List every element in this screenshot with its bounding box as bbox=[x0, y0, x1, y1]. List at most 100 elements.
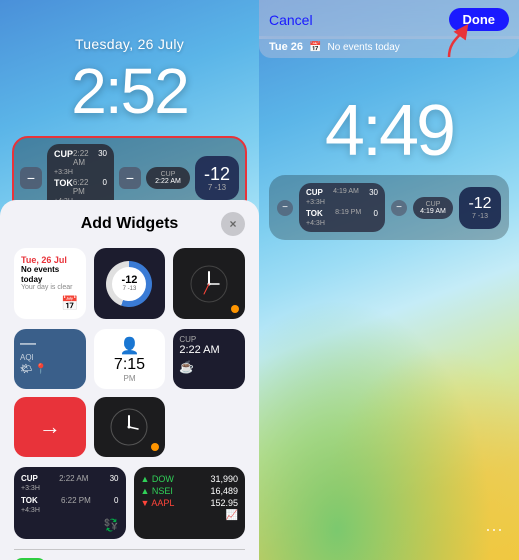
r-cup-val: 30 bbox=[369, 188, 378, 197]
calendar-icon: 📅 bbox=[61, 295, 78, 312]
person-icon: 👤 bbox=[120, 336, 140, 356]
arrow-widget[interactable]: → bbox=[14, 397, 86, 457]
cup-small-widget: CUP 2:22 AM bbox=[146, 167, 190, 189]
tok-val: 0 bbox=[103, 178, 107, 196]
curr-tok-label: TOK bbox=[21, 496, 38, 505]
temp-sub: 7 -13 bbox=[208, 183, 226, 192]
arrow-icon: → bbox=[39, 414, 61, 440]
clock-widget[interactable] bbox=[173, 248, 245, 319]
temp-circle-val: -12 bbox=[122, 275, 138, 286]
arrow-annotation bbox=[429, 22, 469, 67]
r-cup-label: CUP bbox=[306, 188, 323, 197]
stocks-icon: 📈 bbox=[226, 510, 238, 521]
cup2-icons: ☕ bbox=[179, 360, 239, 374]
right-minus-left[interactable]: − bbox=[277, 200, 293, 216]
r-temp-sub: 7 -13 bbox=[472, 213, 488, 220]
panel-header: Add Widgets × bbox=[14, 212, 245, 236]
app-list: 🔋 Batteries 📅 Calendar bbox=[14, 549, 245, 560]
stock-row-2: ▲ NSEI 16,489 bbox=[141, 486, 239, 496]
calendar-widget[interactable]: Tue, 26 Jul No events today Your day is … bbox=[14, 248, 86, 319]
stocks-icon-row: 📈 bbox=[141, 510, 239, 521]
app-item-batteries[interactable]: 🔋 Batteries bbox=[14, 549, 245, 560]
minus-badge-mid[interactable]: − bbox=[119, 167, 141, 189]
notif-cal-icon: 📅 bbox=[309, 42, 321, 53]
panel-title: Add Widgets bbox=[38, 215, 221, 233]
close-button[interactable]: × bbox=[221, 212, 245, 236]
tok-time: 6:22 PM bbox=[73, 178, 103, 196]
temp-circle: -12 7 -13 bbox=[106, 261, 152, 307]
clock2-widget[interactable] bbox=[94, 397, 166, 457]
background-blob bbox=[259, 260, 519, 560]
aqi-icon2: 📍 bbox=[35, 364, 47, 375]
minus-badge-left[interactable]: − bbox=[20, 167, 42, 189]
temp-circle-widget[interactable]: -12 7 -13 bbox=[94, 248, 166, 319]
r-tok-val: 0 bbox=[374, 209, 378, 218]
stock-row-1: ▲ DOW 31,990 bbox=[141, 474, 239, 484]
r-tok-val2: +4:3H bbox=[306, 220, 378, 227]
three-dots-button[interactable]: ··· bbox=[485, 519, 503, 540]
aqi-widget[interactable]: — AQI 🌤 📍 bbox=[14, 329, 86, 389]
r-tok-label: TOK bbox=[306, 209, 323, 218]
widgets-grid-row2: — AQI 🌤 📍 👤 7:15 PM CUP 2:22 AM bbox=[14, 329, 245, 457]
cup-time: 2:22 AM bbox=[73, 149, 98, 167]
left-time: 2:52 bbox=[0, 56, 259, 126]
curr-cup-val: 30 bbox=[110, 474, 119, 483]
curr-tok-time: 6:22 PM bbox=[61, 496, 91, 505]
aqi-icons: 🌤 📍 bbox=[20, 364, 80, 375]
curr-tok-val: 0 bbox=[114, 496, 118, 505]
add-widgets-panel: Add Widgets × Tue, 26 Jul No events toda… bbox=[0, 200, 259, 560]
stock3-symbol: ▼ AAPL bbox=[141, 498, 175, 508]
tok-label: TOK bbox=[54, 178, 73, 196]
currency-icon-row: 💱 bbox=[21, 518, 119, 532]
orange-dot2 bbox=[151, 443, 159, 451]
time-big: 7:15 bbox=[114, 356, 145, 374]
cal-event: No events today bbox=[21, 265, 79, 284]
cal-date: Tue, 26 Jul bbox=[21, 255, 79, 265]
stock1-symbol: ▲ DOW bbox=[141, 474, 174, 484]
stock-row-3: ▼ AAPL 152.95 bbox=[141, 498, 239, 508]
aqi-val: — bbox=[20, 335, 80, 353]
r-cup-time: 4:19 AM bbox=[333, 188, 359, 197]
currency-icon: 💱 bbox=[104, 518, 119, 532]
curr-cup-label: CUP bbox=[21, 474, 38, 483]
orange-indicator bbox=[231, 305, 239, 313]
clock-face bbox=[189, 264, 229, 304]
stocks-card[interactable]: ▲ DOW 31,990 ▲ NSEI 16,489 ▼ AAPL 152.95… bbox=[134, 467, 246, 539]
right-minus-mid[interactable]: − bbox=[391, 200, 407, 216]
right-temp-widget: -12 7 -13 bbox=[459, 187, 501, 229]
widgets-grid-row3: CUP 2:22 AM 30 +3:3H TOK 6:22 PM 0 +4:3H… bbox=[14, 467, 245, 539]
currency-card[interactable]: CUP 2:22 AM 30 +3:3H TOK 6:22 PM 0 +4:3H… bbox=[14, 467, 126, 539]
notif-date: Tue 26 bbox=[269, 41, 303, 53]
stock2-val: 16,489 bbox=[210, 486, 238, 496]
r-cup-sm-label: CUP bbox=[418, 201, 448, 208]
aqi-label: AQI bbox=[20, 353, 80, 362]
cup2-icon1: ☕ bbox=[179, 360, 194, 374]
notif-text: No events today bbox=[327, 42, 399, 53]
cup-label: CUP bbox=[54, 149, 73, 167]
r-temp-val: -12 bbox=[468, 195, 491, 213]
cup-val2: +3:3H bbox=[54, 169, 73, 176]
temp-widget-left: -12 7 -13 bbox=[195, 156, 239, 200]
widgets-grid-row1: Tue, 26 Jul No events today Your day is … bbox=[14, 248, 245, 319]
cancel-button[interactable]: Cancel bbox=[269, 12, 313, 28]
cup2-label: CUP bbox=[179, 335, 239, 344]
aqi-icon1: 🌤 bbox=[20, 364, 33, 375]
curr-cup-val2: +3:3H bbox=[21, 485, 119, 492]
time-widget[interactable]: 👤 7:15 PM bbox=[94, 329, 166, 389]
stock3-val: 152.95 bbox=[210, 498, 238, 508]
right-panel: Cancel Done Tue 26 📅 No events today 4:4… bbox=[259, 0, 519, 560]
right-currency-widget: CUP 4:19 AM 30 +3:3H TOK 8:19 PM 0 +4:3H bbox=[299, 183, 385, 232]
notification-bar: Tue 26 📅 No events today bbox=[259, 36, 519, 58]
right-cup-small: CUP 4:19 AM bbox=[413, 197, 453, 219]
left-date: Tuesday, 26 July bbox=[0, 0, 259, 52]
clock2-face bbox=[109, 407, 149, 447]
annotation-arrow bbox=[429, 22, 469, 62]
cup2-widget[interactable]: CUP 2:22 AM ☕ bbox=[173, 329, 245, 389]
curr-tok-val2: +4:3H bbox=[21, 507, 119, 514]
temp-circle-inner: -12 7 -13 bbox=[112, 267, 146, 301]
cup-val: 30 bbox=[98, 149, 107, 167]
cup-small-label: CUP bbox=[152, 171, 184, 178]
cup-small-time: 2:22 AM bbox=[152, 178, 184, 185]
stock1-val: 31,990 bbox=[210, 474, 238, 484]
top-bar: Cancel Done bbox=[259, 0, 519, 39]
